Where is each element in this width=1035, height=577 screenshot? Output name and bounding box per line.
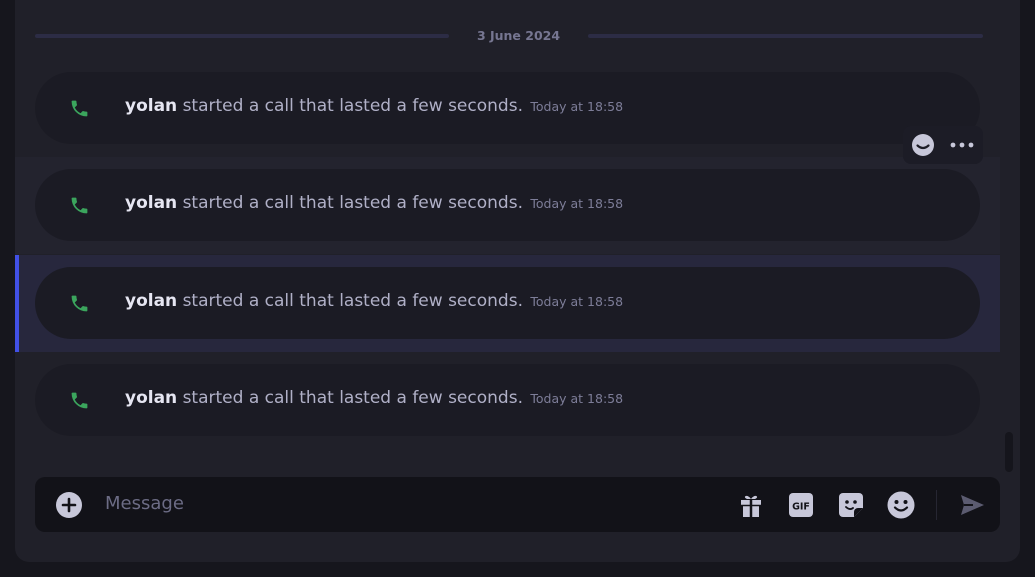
- scrollbar-thumb[interactable]: [1005, 432, 1013, 472]
- plus-circle-icon[interactable]: [55, 491, 83, 519]
- message-body: started a call that lasted a few seconds…: [182, 96, 523, 116]
- call-message-bubble: yolan started a call that lasted a few s…: [35, 72, 980, 144]
- message-row[interactable]: yolan started a call that lasted a few s…: [15, 255, 1000, 352]
- phone-icon: [69, 98, 90, 119]
- message-body: started a call that lasted a few seconds…: [182, 193, 523, 213]
- emoji-reaction-icon[interactable]: [907, 131, 939, 159]
- call-message-bubble: yolan started a call that lasted a few s…: [35, 169, 980, 241]
- divider-line-left: [35, 34, 449, 38]
- message-timestamp[interactable]: Today at 18:58: [530, 391, 623, 406]
- message-row[interactable]: yolan started a call that lasted a few s…: [15, 60, 1000, 157]
- emoji-icon[interactable]: [886, 490, 916, 520]
- phone-icon: [69, 293, 90, 314]
- date-label: 3 June 2024: [476, 28, 561, 43]
- gif-icon[interactable]: GIF: [786, 490, 816, 520]
- send-icon[interactable]: [957, 490, 987, 520]
- message-timestamp[interactable]: Today at 18:58: [530, 294, 623, 309]
- chat-panel: 3 June 2024 yolan started a call that la…: [15, 0, 1020, 562]
- message-author[interactable]: yolan: [125, 388, 177, 408]
- selected-indicator: [15, 255, 19, 352]
- phone-icon: [69, 195, 90, 216]
- message-body: started a call that lasted a few seconds…: [182, 291, 523, 311]
- divider-line-right: [588, 34, 983, 38]
- message-hover-toolbar: [903, 126, 983, 164]
- call-message-bubble: yolan started a call that lasted a few s…: [35, 267, 980, 339]
- message-row[interactable]: yolan started a call that lasted a few s…: [15, 352, 1000, 449]
- message-input[interactable]: Message: [105, 493, 184, 514]
- message-timestamp[interactable]: Today at 18:58: [530, 99, 623, 114]
- svg-text:GIF: GIF: [792, 502, 810, 513]
- message-text: yolan started a call that lasted a few s…: [125, 193, 623, 213]
- message-body: started a call that lasted a few seconds…: [182, 388, 523, 408]
- gift-icon[interactable]: [736, 490, 766, 520]
- composer-divider: [936, 490, 937, 520]
- sticker-icon[interactable]: [836, 490, 866, 520]
- message-row[interactable]: yolan started a call that lasted a few s…: [15, 157, 1000, 254]
- more-options-icon[interactable]: [945, 131, 979, 159]
- date-divider: 3 June 2024: [35, 24, 983, 48]
- call-message-bubble: yolan started a call that lasted a few s…: [35, 364, 980, 436]
- message-timestamp[interactable]: Today at 18:58: [530, 196, 623, 211]
- message-composer: Message GIF: [35, 477, 1000, 532]
- message-author[interactable]: yolan: [125, 96, 177, 116]
- message-author[interactable]: yolan: [125, 291, 177, 311]
- message-author[interactable]: yolan: [125, 193, 177, 213]
- phone-icon: [69, 390, 90, 411]
- message-text: yolan started a call that lasted a few s…: [125, 388, 623, 408]
- message-text: yolan started a call that lasted a few s…: [125, 291, 623, 311]
- message-text: yolan started a call that lasted a few s…: [125, 96, 623, 116]
